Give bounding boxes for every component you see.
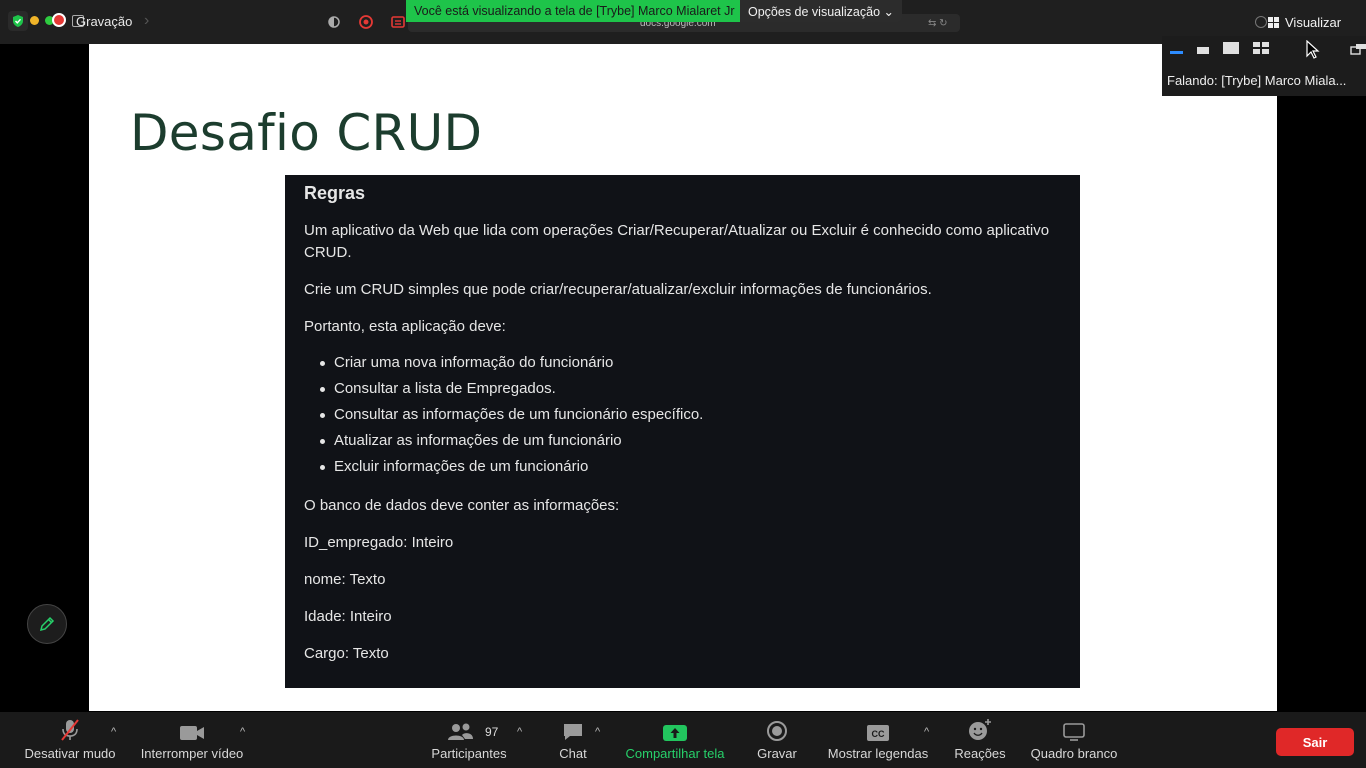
share-screen-label: Compartilhar tela [625,746,725,761]
audio-options-caret-icon[interactable]: ^ [111,726,116,738]
whiteboard-icon [1063,723,1085,741]
view-options-button[interactable]: Opções de visualização ⌄ [740,0,902,22]
requirements-list: Criar uma nova informação do funcionário… [320,350,1061,480]
smiley-add-icon [969,719,991,740]
field-item: Idade: Inteiro [304,608,392,625]
view-button[interactable]: Visualizar [1268,11,1341,33]
unmute-label: Desativar mudo [24,746,116,761]
security-shield-icon[interactable] [8,11,28,31]
clock-icon[interactable] [1255,16,1267,28]
translate-icon[interactable]: ⇆ ↻ [928,18,948,29]
closed-captions-icon: CC [867,725,889,741]
chevron-down-icon: ⌄ [883,5,894,19]
view-options-label: Opções de visualização [748,5,881,19]
speaker-view-panel: Falando: [Trybe] Marco Miala... [1162,36,1366,96]
list-item: Consultar a lista de Empregados. [320,376,1061,402]
list-item: Criar uma nova informação do funcionário [320,350,1061,376]
annotate-button[interactable] [27,604,67,644]
rules-paragraph: Crie um CRUD simples que pode criar/recu… [304,281,932,298]
reader-icon[interactable] [390,14,406,30]
active-speaker-label: Falando: [Trybe] Marco Miala... [1167,73,1347,88]
rules-panel: Regras Um aplicativo da Web que lida com… [285,175,1080,688]
grid-layout-icon[interactable] [1253,42,1269,54]
chat-label: Chat [559,746,587,761]
view-button-label: Visualizar [1285,14,1342,30]
recording-label[interactable]: Gravação [76,14,132,29]
chevron-right-icon[interactable]: › [144,12,149,30]
record-label: Gravar [757,746,797,761]
window-controls [30,16,54,25]
layout-switcher [1170,42,1269,54]
record-icon [767,721,787,741]
whiteboard-label: Quadro branco [1030,746,1118,761]
stop-video-label: Interromper vídeo [140,746,244,761]
recording-indicator-icon[interactable] [52,13,66,27]
field-item: ID_empregado: Inteiro [304,534,454,551]
participants-count: 97 [485,725,499,739]
captions-label: Mostrar legendas [827,746,929,761]
minimized-layout-icon[interactable] [1170,50,1183,54]
muted-microphone-icon [61,719,79,741]
participants-button[interactable]: Participantes [430,712,508,768]
restore-window-icon[interactable] [1350,42,1366,56]
pencil-icon [39,616,55,632]
half-circle-icon[interactable] [326,14,342,30]
shared-screen-slide: Desafio CRUD Regras Um aplicativo da Web… [89,44,1277,711]
list-item: Excluir informações de um funcionário [320,454,1061,480]
share-screen-icon [663,725,687,741]
field-item: nome: Texto [304,571,386,588]
participants-options-caret-icon[interactable]: ^ [517,726,522,738]
rules-paragraph: O banco de dados deve conter as informaç… [304,497,620,514]
list-item: Atualizar as informações de um funcionár… [320,428,1061,454]
speaker-layout-icon[interactable] [1223,42,1239,54]
list-item: Consultar as informações de um funcionár… [320,402,1061,428]
captions-options-caret-icon[interactable]: ^ [924,726,929,738]
strip-layout-icon[interactable] [1197,47,1209,54]
stop-video-button[interactable]: Interromper vídeo [138,712,246,768]
rules-paragraph: Um aplicativo da Web que lida com operaç… [304,222,1050,261]
captions-button[interactable]: CC Mostrar legendas [826,712,930,768]
field-item: Cargo: Texto [304,645,389,662]
sharing-banner: Você está visualizando a tela de [Trybe]… [406,0,743,22]
leave-meeting-button[interactable]: Sair [1276,728,1354,756]
svg-text:CC: CC [872,729,885,739]
browser-tool-icons [326,14,406,30]
video-camera-icon [180,726,204,740]
video-options-caret-icon[interactable]: ^ [240,726,245,738]
minimize-icon[interactable] [30,16,39,25]
reactions-label: Reações [954,746,1006,761]
gallery-grid-icon [1268,16,1279,28]
mouse-cursor-icon [1306,40,1320,59]
meeting-toolbar: Desativar mudo ^ Interromper vídeo ^ Par… [0,712,1366,768]
participants-icon [448,723,473,740]
unmute-button[interactable]: Desativar mudo [22,712,118,768]
slide-title: Desafio CRUD [130,104,483,162]
rules-heading: Regras [304,183,366,203]
share-screen-button[interactable]: Compartilhar tela [622,712,728,768]
record-button[interactable]: Gravar [756,712,798,768]
whiteboard-button[interactable]: Quadro branco [1029,712,1119,768]
reactions-button[interactable]: Reações [954,712,1006,768]
chat-bubble-icon [564,724,582,740]
chat-options-caret-icon[interactable]: ^ [595,726,600,738]
chat-button[interactable]: Chat [555,712,591,768]
record-circle-icon[interactable] [358,14,374,30]
participants-label: Participantes [431,746,507,761]
rules-paragraph: Portanto, esta aplicação deve: [304,318,506,335]
